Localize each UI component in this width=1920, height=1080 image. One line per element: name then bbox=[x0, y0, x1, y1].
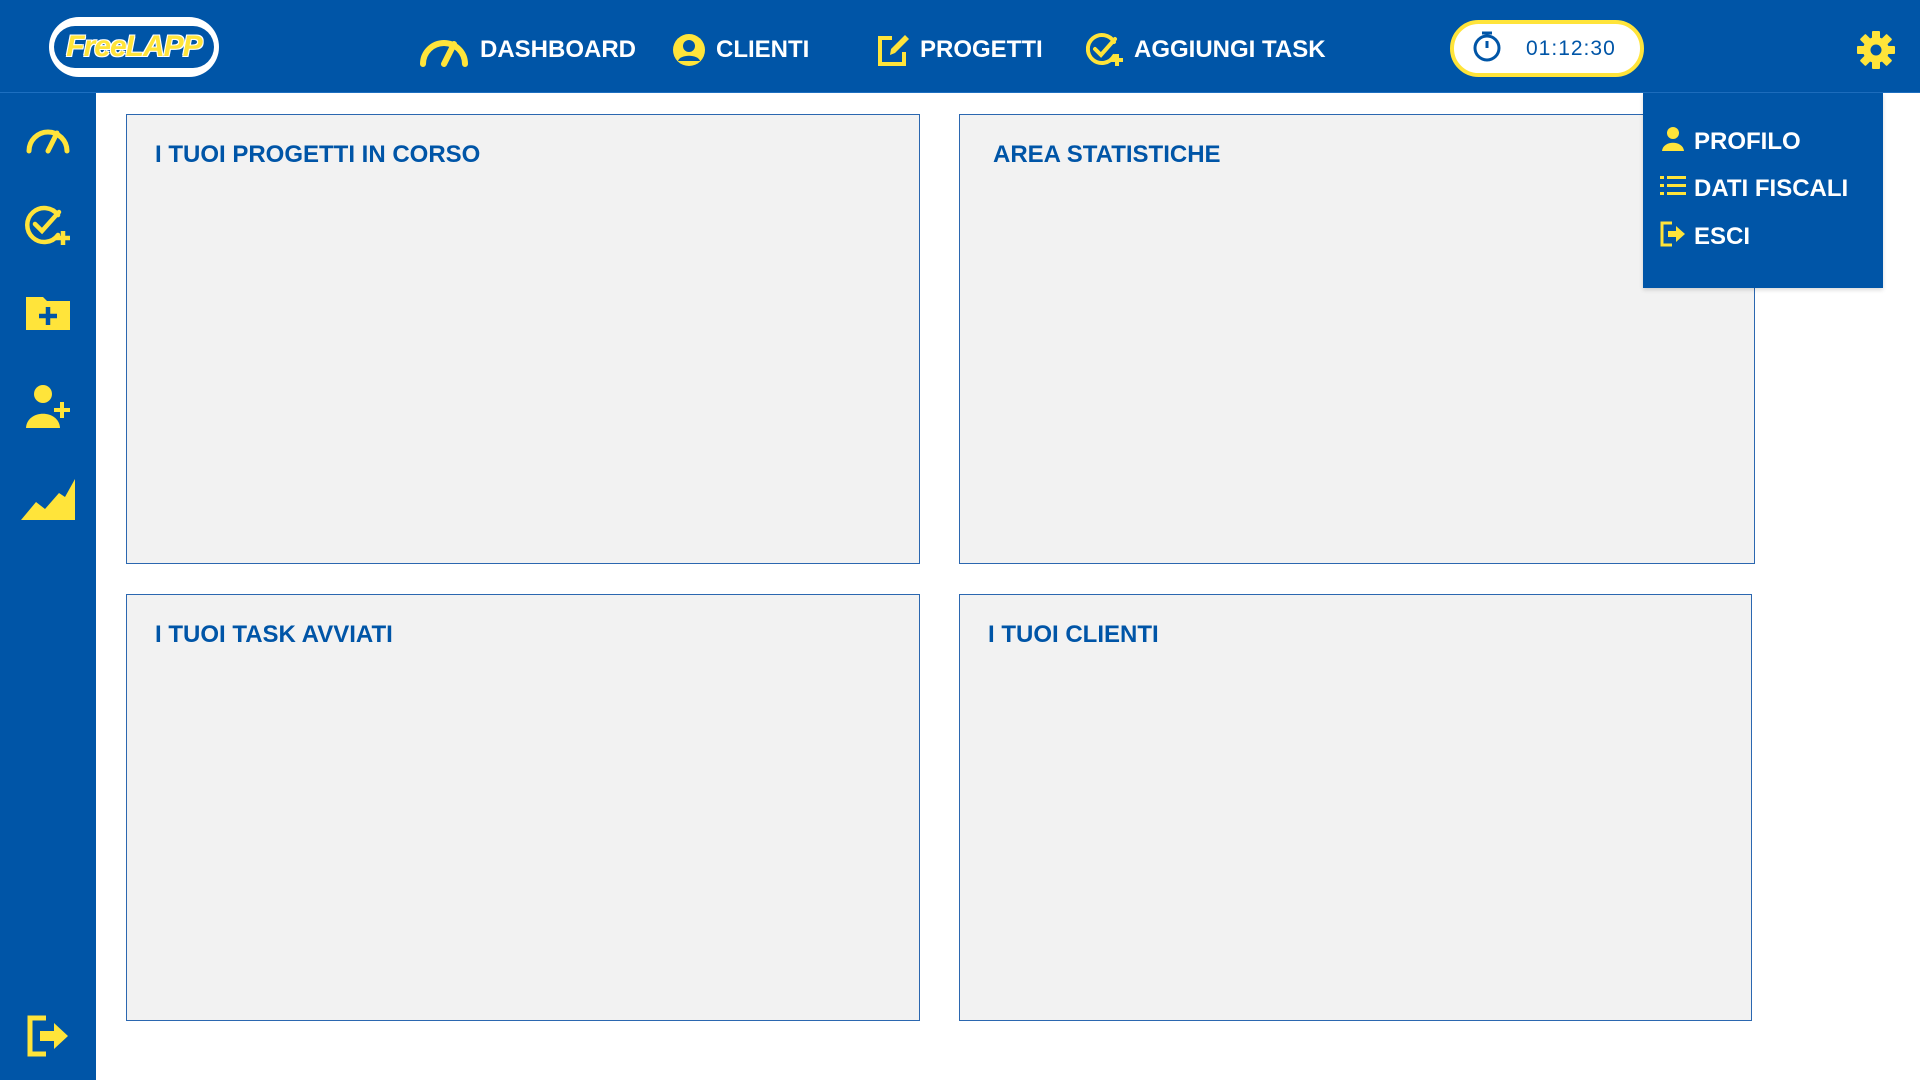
sidebar-item-add-project[interactable] bbox=[0, 293, 96, 336]
menu-item-esci[interactable]: ESCI bbox=[1660, 219, 1750, 255]
menu-item-dati-fiscali[interactable]: DATI FISCALI bbox=[1660, 171, 1848, 207]
nav-aggiungi-task[interactable]: AGGIUNGI TASK bbox=[1086, 28, 1326, 72]
speedometer-icon bbox=[418, 32, 470, 68]
edit-icon bbox=[876, 33, 910, 67]
nav-dashboard[interactable]: DASHBOARD bbox=[418, 28, 636, 72]
nav-dashboard-label: DASHBOARD bbox=[480, 36, 636, 63]
sidebar bbox=[0, 93, 96, 1080]
settings-dropdown: PROFILO DATI FISCALI ESCI bbox=[1643, 93, 1883, 288]
sidebar-item-add-task[interactable] bbox=[0, 204, 96, 251]
nav-progetti-label: PROGETTI bbox=[920, 36, 1043, 63]
timer-value: 01:12:30 bbox=[1526, 36, 1616, 60]
sidebar-logout[interactable] bbox=[0, 1015, 96, 1062]
menu-item-esci-label: ESCI bbox=[1694, 223, 1751, 250]
speedometer-icon bbox=[25, 123, 71, 160]
menu-item-dati-fiscali-label: DATI FISCALI bbox=[1694, 175, 1849, 202]
logout-icon bbox=[1660, 221, 1686, 254]
panel-clients: I TUOI CLIENTI bbox=[959, 594, 1752, 1021]
nav-clienti[interactable]: CLIENTI bbox=[672, 28, 809, 72]
user-icon bbox=[1660, 126, 1686, 159]
logo-text: FreeLAPP bbox=[54, 26, 214, 68]
sidebar-item-statistics[interactable] bbox=[0, 475, 96, 526]
panel-projects-title: I TUOI PROGETTI IN CORSO bbox=[155, 141, 481, 168]
sidebar-item-dashboard[interactable] bbox=[0, 123, 96, 160]
top-navbar: FreeLAPP DASHBOARD CLIENTI PROGETTI AGGI… bbox=[0, 0, 1920, 93]
gear-icon[interactable] bbox=[1856, 30, 1896, 75]
user-circle-icon bbox=[672, 33, 706, 67]
nav-clienti-label: CLIENTI bbox=[716, 36, 810, 63]
logout-icon bbox=[26, 1015, 70, 1062]
panel-clients-title: I TUOI CLIENTI bbox=[988, 621, 1159, 648]
panel-statistics-title: AREA STATISTICHE bbox=[993, 141, 1221, 168]
nav-progetti[interactable]: PROGETTI bbox=[876, 28, 1043, 72]
list-icon bbox=[1660, 173, 1686, 206]
task-add-icon bbox=[25, 204, 71, 251]
menu-item-profilo[interactable]: PROFILO bbox=[1660, 124, 1801, 160]
user-add-icon bbox=[25, 383, 71, 434]
nav-aggiungi-task-label: AGGIUNGI TASK bbox=[1134, 36, 1326, 63]
chart-area-icon bbox=[20, 475, 76, 526]
menu-item-profilo-label: PROFILO bbox=[1694, 128, 1801, 155]
panel-statistics: AREA STATISTICHE bbox=[959, 114, 1755, 564]
time-tracker[interactable]: 01:12:30 bbox=[1450, 20, 1644, 77]
panel-projects: I TUOI PROGETTI IN CORSO bbox=[126, 114, 920, 564]
panel-tasks-title: I TUOI TASK AVVIATI bbox=[155, 621, 393, 648]
folder-add-icon bbox=[25, 293, 71, 336]
panel-tasks: I TUOI TASK AVVIATI bbox=[126, 594, 920, 1021]
sidebar-item-add-client[interactable] bbox=[0, 383, 96, 434]
task-add-icon bbox=[1086, 32, 1124, 68]
app-logo[interactable]: FreeLAPP bbox=[49, 17, 219, 77]
stopwatch-icon bbox=[1472, 30, 1502, 68]
